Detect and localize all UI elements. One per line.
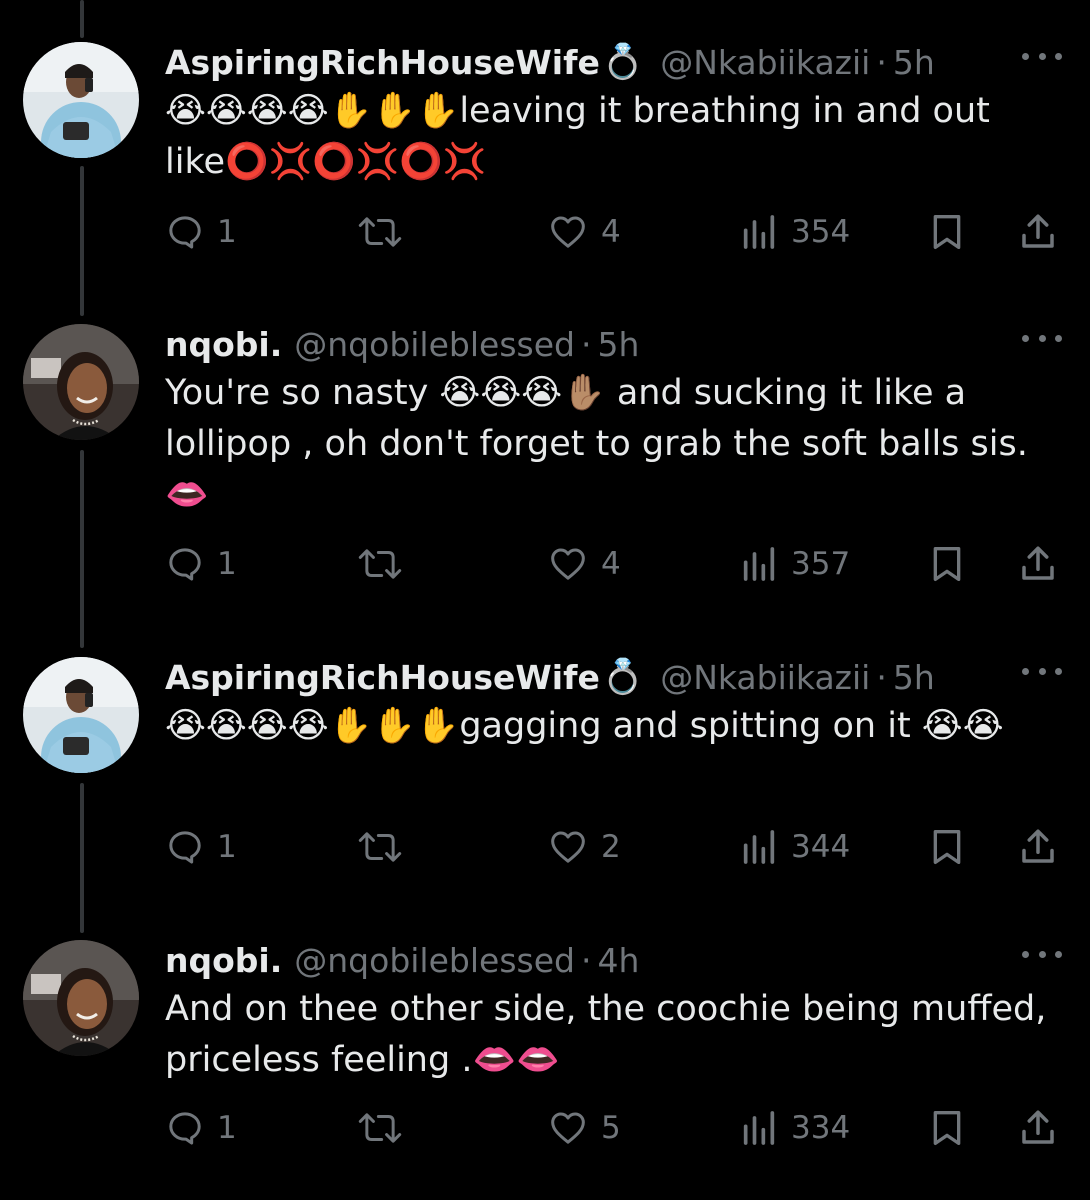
author-name[interactable]: AspiringRichHouseWife — [165, 658, 600, 697]
ring-icon: 💍 — [601, 657, 645, 697]
author-handle[interactable]: @nqobileblessed — [294, 325, 575, 364]
reply-button[interactable]: 1 — [165, 210, 237, 254]
retweet-icon — [358, 549, 402, 579]
like-count: 4 — [601, 546, 621, 582]
bookmark-button[interactable] — [927, 825, 967, 869]
author-name[interactable]: nqobi. — [165, 325, 282, 364]
like-count: 2 — [601, 829, 621, 865]
retweet-button[interactable] — [357, 825, 403, 869]
separator: · — [876, 657, 887, 697]
like-button[interactable]: 5 — [547, 1106, 621, 1150]
like-button[interactable]: 4 — [547, 210, 621, 254]
bookmark-button[interactable] — [927, 210, 967, 254]
reply-count: 1 — [217, 1110, 237, 1146]
view-count: 357 — [791, 546, 851, 582]
like-count: 5 — [601, 1110, 621, 1146]
thread-line — [80, 0, 84, 38]
views-icon — [743, 215, 775, 249]
thread-line — [80, 783, 84, 933]
more-icon[interactable] — [1022, 944, 1062, 964]
more-icon[interactable] — [1022, 46, 1062, 66]
reply-count: 1 — [217, 546, 237, 582]
thread-line — [80, 450, 84, 648]
reply-button[interactable]: 1 — [165, 542, 237, 586]
reply-count: 1 — [217, 829, 237, 865]
action-bar: 1 4 354 — [165, 210, 1065, 254]
bookmark-icon — [933, 830, 961, 864]
retweet-icon — [358, 1113, 402, 1143]
action-bar: 1 5 334 — [165, 1106, 1065, 1150]
views-button[interactable]: 334 — [739, 1106, 850, 1150]
share-icon — [1022, 546, 1054, 580]
author-name[interactable]: nqobi. — [165, 941, 282, 980]
like-count: 4 — [601, 214, 621, 250]
more-icon[interactable] — [1022, 328, 1062, 348]
tweet-text: 😭😭😭😭✋✋✋gagging and spitting on it 😭😭 — [165, 706, 1004, 746]
avatar[interactable] — [23, 324, 139, 440]
heart-icon — [551, 548, 585, 580]
views-icon — [743, 547, 775, 581]
share-button[interactable] — [1017, 210, 1059, 254]
author-handle[interactable]: @nqobileblessed — [294, 941, 575, 980]
ring-icon: 💍 — [601, 42, 645, 82]
bookmark-icon — [933, 1111, 961, 1145]
avatar[interactable] — [23, 940, 139, 1056]
views-button[interactable]: 344 — [739, 825, 850, 869]
retweet-button[interactable] — [357, 542, 403, 586]
author-handle[interactable]: @Nkabiikazii — [660, 658, 870, 697]
view-count: 354 — [791, 214, 851, 250]
views-icon — [743, 1111, 775, 1145]
bookmark-icon — [933, 547, 961, 581]
retweet-icon — [358, 832, 402, 862]
tweet-text: And on thee other side, the coochie bein… — [165, 989, 1047, 1080]
heart-icon — [551, 1112, 585, 1144]
heart-icon — [551, 831, 585, 863]
view-count: 334 — [791, 1110, 851, 1146]
like-button[interactable]: 2 — [547, 825, 621, 869]
reply-icon — [169, 216, 201, 249]
retweet-button[interactable] — [357, 1106, 403, 1150]
tweet-text: You're so nasty 😭😭😭✋🏽 and sucking it lik… — [165, 373, 1028, 515]
avatar[interactable] — [23, 657, 139, 773]
share-icon — [1022, 214, 1054, 248]
heart-icon — [551, 216, 585, 248]
action-bar: 1 4 357 — [165, 542, 1065, 586]
reply-icon — [169, 1112, 201, 1145]
reply-button[interactable]: 1 — [165, 1106, 237, 1150]
share-icon — [1022, 829, 1054, 863]
author-name[interactable]: AspiringRichHouseWife — [165, 43, 600, 82]
views-icon — [743, 830, 775, 864]
reply-button[interactable]: 1 — [165, 825, 237, 869]
share-button[interactable] — [1017, 542, 1059, 586]
separator: · — [580, 324, 592, 364]
bookmark-button[interactable] — [927, 1106, 967, 1150]
separator: · — [580, 940, 592, 980]
more-icon[interactable] — [1022, 661, 1062, 681]
reply-icon — [169, 831, 201, 864]
avatar[interactable] — [23, 42, 139, 158]
share-icon — [1022, 1110, 1054, 1144]
bookmark-button[interactable] — [927, 542, 967, 586]
tweet-text: 😭😭😭😭✋✋✋leaving it breathing in and out l… — [165, 91, 990, 182]
like-button[interactable]: 4 — [547, 542, 621, 586]
bookmark-icon — [933, 215, 961, 249]
timestamp[interactable]: 5h — [893, 658, 935, 697]
retweet-icon — [358, 217, 402, 247]
reply-count: 1 — [217, 214, 237, 250]
share-button[interactable] — [1017, 1106, 1059, 1150]
timestamp[interactable]: 4h — [597, 941, 639, 980]
action-bar: 1 2 344 — [165, 825, 1065, 869]
separator: · — [876, 42, 887, 82]
view-count: 344 — [791, 829, 851, 865]
thread-line — [80, 166, 84, 316]
timestamp[interactable]: 5h — [893, 43, 935, 82]
retweet-button[interactable] — [357, 210, 403, 254]
author-handle[interactable]: @Nkabiikazii — [660, 43, 870, 82]
share-button[interactable] — [1017, 825, 1059, 869]
views-button[interactable]: 354 — [739, 210, 850, 254]
views-button[interactable]: 357 — [739, 542, 850, 586]
timestamp[interactable]: 5h — [597, 325, 639, 364]
reply-icon — [169, 548, 201, 581]
